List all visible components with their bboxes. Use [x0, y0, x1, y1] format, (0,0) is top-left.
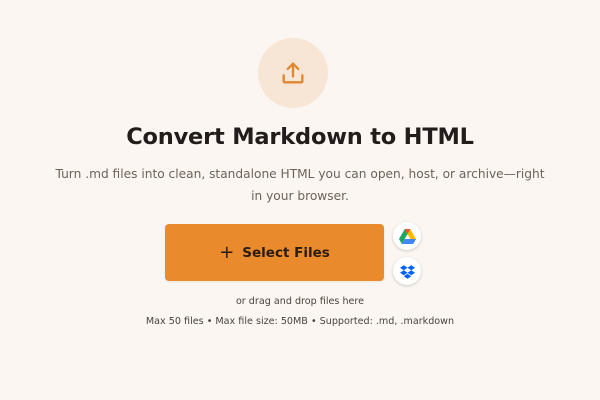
upload-icon — [282, 62, 304, 84]
upload-icon-badge — [258, 38, 328, 108]
google-drive-button[interactable] — [393, 222, 421, 250]
upload-limits: Max 50 files • Max file size: 50MB • Sup… — [145, 316, 455, 327]
drag-drop-hint: or drag and drop files here — [235, 296, 365, 307]
dropbox-button[interactable] — [393, 257, 421, 285]
google-drive-icon — [398, 228, 416, 244]
page-subtitle: Turn .md files into clean, standalone HT… — [55, 167, 545, 203]
page-title: Convert Markdown to HTML — [126, 124, 474, 150]
dropbox-icon — [399, 264, 415, 279]
plus-icon: + — [219, 241, 235, 263]
select-files-label: Select Files — [242, 244, 330, 261]
select-files-button[interactable]: + Select Files — [165, 224, 384, 281]
